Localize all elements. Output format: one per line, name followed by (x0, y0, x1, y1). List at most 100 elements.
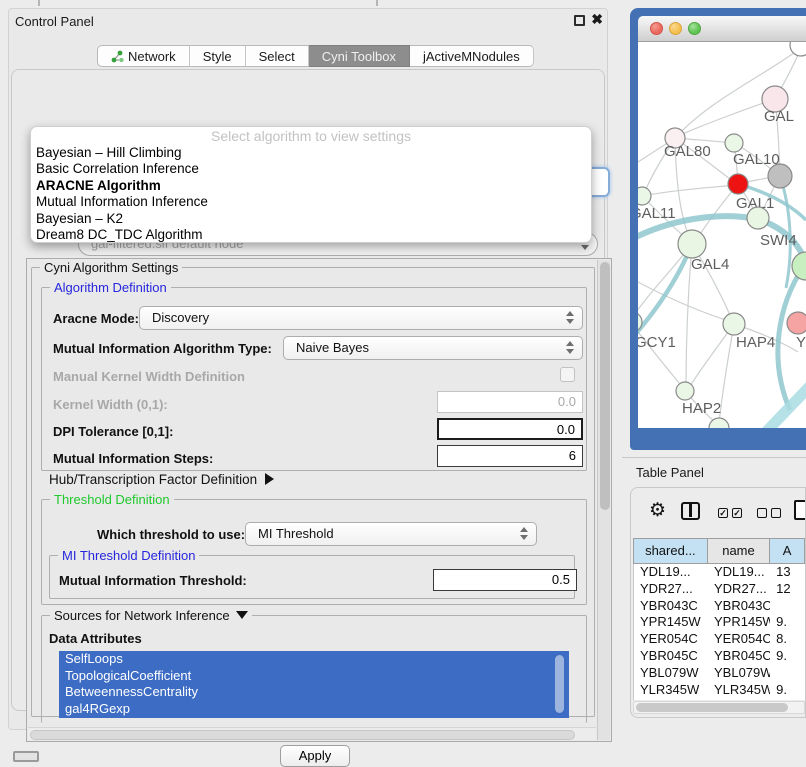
network-edge (719, 324, 734, 424)
hub-definition-toggle[interactable]: Hub/Transcription Factor Definition (49, 472, 274, 487)
tab-network[interactable]: Network (97, 45, 190, 67)
attribute-item[interactable]: BetweennessCentrality (59, 684, 569, 701)
aracne-mode-label: Aracne Mode: (53, 311, 139, 326)
table-cell: 8. (770, 631, 805, 648)
table-row[interactable]: YPR145WYPR145W9. (634, 614, 805, 631)
table-row[interactable]: YBR045CYBR045C9. (634, 648, 805, 665)
table-row[interactable]: YIL052CYIL052C9 (634, 698, 805, 700)
minimize-traffic-light[interactable] (669, 22, 682, 35)
column-header[interactable]: shared... (633, 538, 708, 564)
table-cell: YDL19... (708, 564, 770, 581)
network-node-swi4[interactable] (747, 207, 769, 229)
algorithm-option[interactable]: Mutual Information Inference (31, 194, 591, 210)
algorithm-list: Bayesian – Hill ClimbingBasic Correlatio… (31, 145, 591, 243)
table-row[interactable]: YBL079WYBL079W (634, 665, 805, 682)
settings-horizontal-scrollbar[interactable] (28, 727, 596, 740)
attribute-item[interactable]: gal4RGexp (59, 701, 569, 718)
scrollbar-thumb[interactable] (636, 703, 788, 712)
table-cell: YDR27... (634, 581, 708, 598)
algorithm-option[interactable]: Dream8 DC_TDC Algorithm (31, 227, 591, 243)
mi-steps-field[interactable]: 6 (437, 445, 583, 467)
select-all-columns-icon[interactable]: ✓✓ (718, 508, 742, 518)
network-node[interactable] (792, 252, 806, 280)
network-node-gal4[interactable] (678, 230, 706, 258)
network-window-titlebar[interactable] (638, 16, 806, 42)
table-cell: YBR043C (708, 598, 770, 615)
column-header[interactable]: name (708, 538, 770, 564)
dpi-tolerance-label: DPI Tolerance [0,1]: (53, 424, 173, 439)
table-cell: 9. (770, 614, 805, 631)
network-node-hap4[interactable] (723, 313, 745, 335)
network-node-gal10[interactable] (725, 134, 743, 152)
attributes-scrollbar[interactable] (555, 655, 564, 713)
scrollbar-thumb[interactable] (600, 262, 610, 510)
close-icon[interactable]: ✖ (591, 11, 603, 28)
algorithm-option[interactable]: Basic Correlation Inference (31, 161, 591, 177)
network-icon (111, 50, 124, 63)
table-cell: YIL052C (634, 698, 708, 700)
apply-button[interactable]: Apply (280, 745, 350, 767)
tab-label: Style (203, 46, 232, 67)
network-node-gal11[interactable] (638, 187, 651, 205)
algorithm-option[interactable]: ARACNE Algorithm (31, 178, 591, 194)
minimized-panel-icon[interactable] (13, 751, 39, 762)
network-node-hap2[interactable] (676, 382, 694, 400)
table-row[interactable]: YDL19...YDL19...13 (634, 564, 805, 581)
manual-kernel-checkbox[interactable] (560, 367, 575, 382)
float-window-icon[interactable] (574, 15, 585, 26)
table-toolbar: ⚙ ✓✓ (631, 488, 805, 538)
close-traffic-light[interactable] (650, 22, 663, 35)
attribute-item[interactable]: SelfLoops (59, 651, 569, 668)
tab-cyni-toolbox[interactable]: Cyni Toolbox (309, 45, 410, 67)
table-cell: YER054C (634, 631, 708, 648)
table-cell: 9. (770, 648, 805, 665)
table-body: YDL19...YDL19...13YDR27...YDR27...12YBR0… (633, 564, 805, 700)
table-row[interactable]: YDR27...YDR27...12 (634, 581, 805, 598)
column-header[interactable]: A (770, 538, 805, 564)
zoom-traffic-light[interactable] (688, 22, 701, 35)
mi-type-combo[interactable]: Naive Bayes (283, 336, 583, 360)
columns-icon[interactable] (681, 502, 700, 520)
sources-title: Sources for Network Inference (54, 608, 230, 623)
scrollbar-thumb[interactable] (30, 730, 575, 740)
node-label: GAL4 (691, 256, 729, 273)
table-cell: 9 (770, 698, 805, 700)
algorithm-option[interactable]: Bayesian – Hill Climbing (31, 145, 591, 161)
algorithm-option[interactable]: Bayesian – K2 (31, 211, 591, 227)
expanded-arrow-icon (236, 611, 248, 619)
which-threshold-value: MI Threshold (258, 526, 334, 541)
network-node-y[interactable] (787, 312, 806, 334)
node-table: shared...nameA YDL19...YDL19...13YDR27..… (633, 538, 805, 700)
tab-select[interactable]: Select (246, 45, 309, 67)
table-horizontal-scrollbar[interactable] (633, 701, 805, 714)
network-node-gal1[interactable] (728, 174, 748, 194)
new-table-icon[interactable] (794, 500, 806, 520)
tab-style[interactable]: Style (190, 45, 246, 67)
network-node[interactable] (768, 164, 792, 188)
mi-steps-label: Mutual Information Steps: (53, 451, 213, 466)
dpi-tolerance-field[interactable]: 0.0 (437, 418, 583, 440)
network-edge-highlighted (638, 244, 692, 338)
kernel-width-field[interactable]: 0.0 (437, 391, 583, 413)
tab-label: Cyni Toolbox (322, 46, 396, 67)
table-cell (770, 665, 805, 682)
data-attributes-list[interactable]: SelfLoopsTopologicalCoefficientBetweenne… (59, 651, 569, 718)
settings-vertical-scrollbar[interactable] (597, 260, 610, 740)
network-graph: GALGAL80GAL10GAL1GAL11SWI4GAL4GCY1HAP4YH… (638, 42, 806, 428)
tab-label: Network (128, 46, 176, 67)
network-edge (678, 99, 775, 136)
table-panel-title: Table Panel (636, 465, 704, 480)
attribute-item[interactable]: TopologicalCoefficient (59, 668, 569, 685)
table-row[interactable]: YER054CYER054C8. (634, 631, 805, 648)
panel-divider (622, 457, 806, 458)
tab-jactivemnodules[interactable]: jActiveMNodules (410, 45, 534, 67)
mi-threshold-field[interactable]: 0.5 (433, 569, 577, 591)
mi-threshold-label: Mutual Information Threshold: (59, 573, 247, 588)
table-row[interactable]: YLR345WYLR345W9. (634, 682, 805, 699)
gear-icon[interactable]: ⚙ (649, 499, 666, 522)
aracne-mode-combo[interactable]: Discovery (139, 306, 583, 330)
deselect-all-columns-icon[interactable] (757, 508, 781, 518)
which-threshold-combo[interactable]: MI Threshold (245, 522, 537, 546)
table-row[interactable]: YBR043CYBR043C (634, 598, 805, 615)
network-canvas[interactable]: GALGAL80GAL10GAL1GAL11SWI4GAL4GCY1HAP4YH… (638, 42, 806, 428)
